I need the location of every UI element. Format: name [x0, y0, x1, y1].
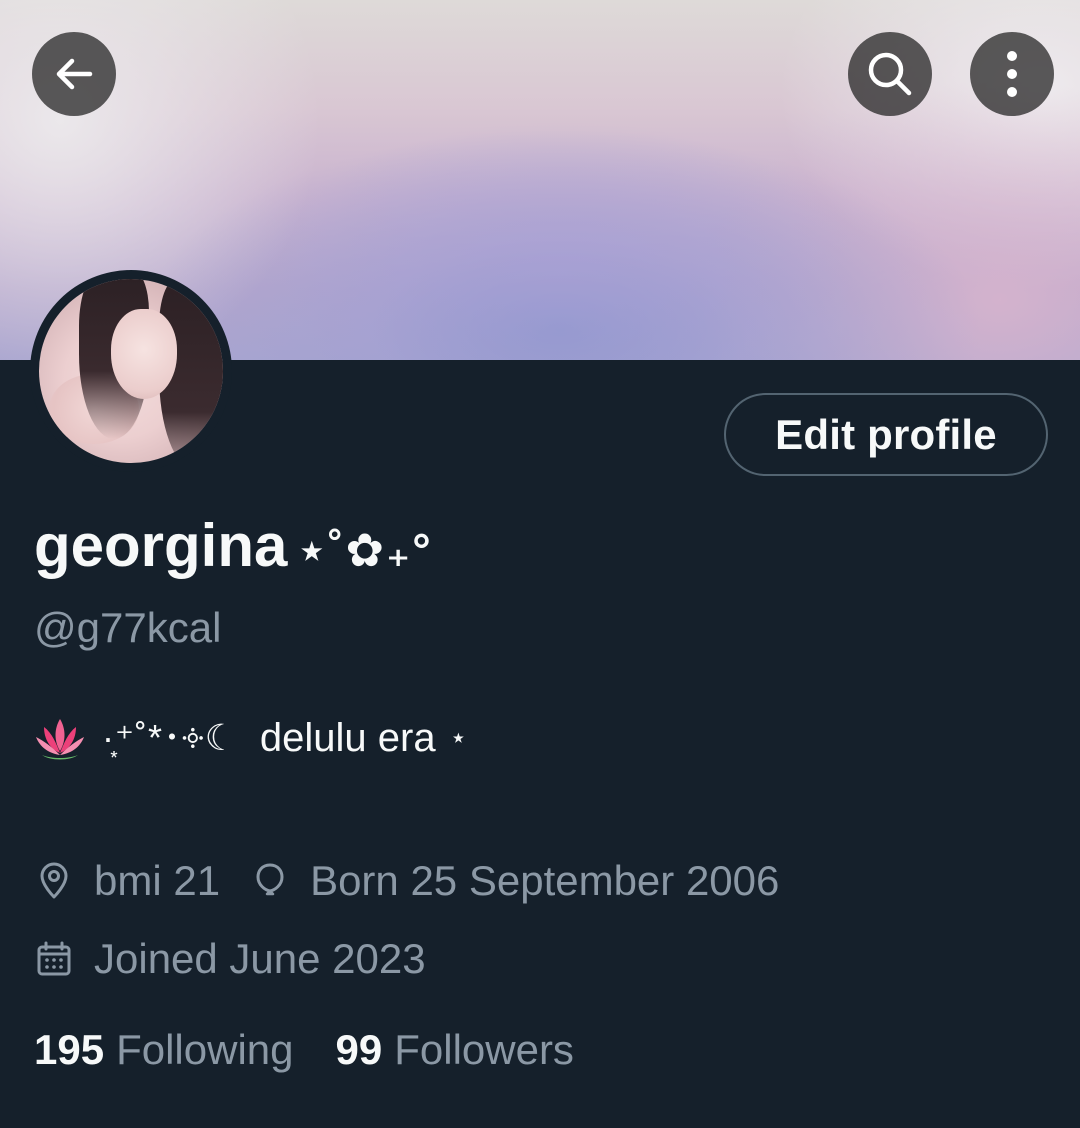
bio-decoration: ·͙⁺˚*･༓☾	[102, 717, 238, 758]
location-item: bmi 21	[34, 855, 220, 907]
avatar-face	[111, 309, 177, 399]
location-pin-icon	[40, 862, 68, 899]
edit-profile-button[interactable]: Edit profile	[724, 393, 1048, 476]
birthday-item: Born 25 September 2006	[250, 855, 779, 907]
profile-joined-row: Joined June 2023	[34, 933, 456, 985]
profile-meta-row: bmi 21 Born 25 September 2006	[34, 855, 809, 907]
lotus-emoji-icon	[36, 719, 84, 760]
following-count: 195	[34, 1026, 105, 1073]
joined-item: Joined June 2023	[34, 933, 426, 985]
more-options-button[interactable]	[970, 32, 1054, 116]
user-handle: @g77kcal	[34, 604, 222, 651]
follow-stats: 195 Following 99 Followers	[34, 1023, 616, 1077]
calendar-icon	[37, 941, 71, 976]
search-icon	[868, 52, 912, 96]
followers-count: 99	[335, 1026, 383, 1073]
avatar-container[interactable]	[30, 270, 232, 472]
following-link[interactable]: 195 Following	[34, 1023, 294, 1077]
back-button[interactable]	[32, 32, 116, 116]
balloon-icon	[256, 863, 284, 896]
arrow-left-icon	[56, 58, 93, 90]
display-name: georgina ⋆˚✿₊°	[34, 508, 433, 588]
followers-label: Followers	[394, 1026, 574, 1073]
joined-text: Joined June 2023	[94, 935, 426, 982]
avatar[interactable]	[39, 279, 223, 463]
location-text: bmi 21	[94, 857, 221, 904]
followers-link[interactable]: 99 Followers	[336, 1023, 574, 1077]
more-vertical-icon	[1007, 51, 1017, 97]
birthday-text: Born 25 September 2006	[310, 857, 780, 904]
bio: ·͙⁺˚*･༓☾ delulu era ⋆	[34, 711, 467, 765]
bio-text: delulu era	[259, 716, 436, 760]
bio-star: ⋆	[449, 722, 468, 753]
banner-glow	[260, 120, 860, 360]
display-name-text: georgina	[34, 512, 288, 579]
display-name-decoration: ⋆˚✿₊°	[297, 524, 433, 576]
following-label: Following	[116, 1026, 294, 1073]
search-button[interactable]	[848, 32, 932, 116]
